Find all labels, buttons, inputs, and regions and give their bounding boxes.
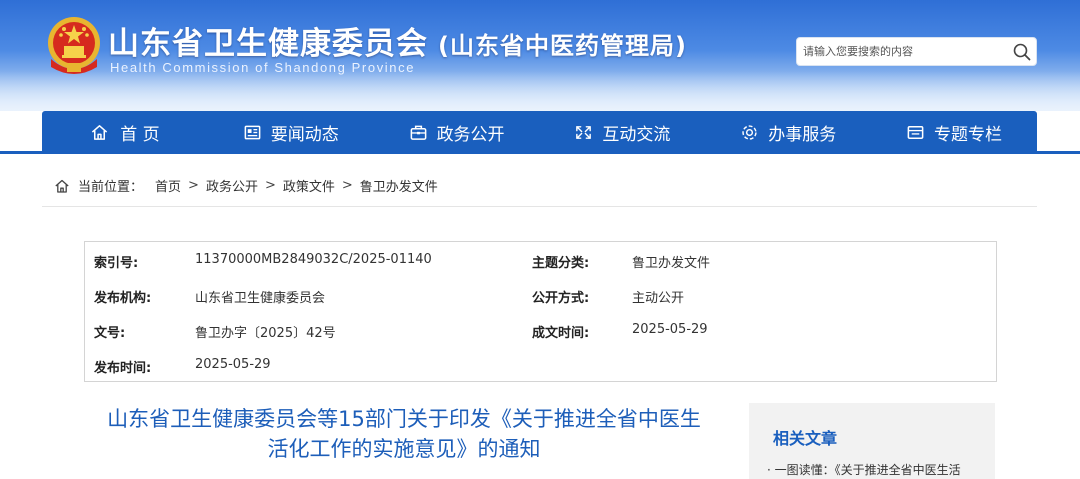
search-icon[interactable] <box>1012 42 1032 62</box>
nav-item-interaction[interactable]: 互动交流 <box>539 111 705 153</box>
nav-label: 政务公开 <box>436 124 505 145</box>
meta-row: 文号: 鲁卫办字〔2025〕42号 成文时间: 2025-05-29 <box>85 312 996 347</box>
site-english-name: Health Commission of Shandong Province <box>110 60 416 75</box>
site-header: 山东省卫生健康委员会 (山东省中医药管理局) Health Commission … <box>0 0 1080 111</box>
meta-created-label: 成文时间: <box>532 326 590 341</box>
nav-label: 要闻动态 <box>270 124 339 145</box>
nav-item-services[interactable]: 办事服务 <box>705 111 871 153</box>
breadcrumb-prefix: 当前位置： <box>78 180 144 195</box>
search-input[interactable] <box>797 38 1002 65</box>
meta-open-label: 公开方式: <box>532 291 590 306</box>
briefcase-icon <box>410 125 426 140</box>
article-title-line1: 山东省卫生健康委员会等15部门关于印发《关于推进全省中医生 <box>107 407 701 431</box>
meta-open-value: 主动公开 <box>632 291 685 306</box>
nav-item-gov-affairs[interactable]: 政务公开 <box>374 111 540 153</box>
meta-published-label: 发布时间: <box>94 361 152 376</box>
site-title[interactable]: 山东省卫生健康委员会 (山东省中医药管理局) <box>108 18 687 63</box>
meta-row: 发布时间: 2025-05-29 <box>85 347 996 382</box>
related-article-link[interactable]: · 一图读懂：《关于推进全省中医生活 <box>767 461 961 478</box>
meta-index-value: 11370000MB2849032C/2025-01140 <box>195 252 432 267</box>
home-icon <box>92 124 108 140</box>
related-articles-title: 相关文章 <box>773 429 838 448</box>
breadcrumb-item-policy[interactable]: 政策文件 <box>283 176 335 195</box>
national-emblem-icon <box>48 17 100 74</box>
nav-item-home[interactable]: 首 页 <box>42 111 208 153</box>
breadcrumb-item-home[interactable]: 首页 <box>155 176 181 195</box>
meta-row: 索引号: 11370000MB2849032C/2025-01140 主题分类:… <box>85 242 996 277</box>
news-icon <box>244 125 261 139</box>
meta-created-value: 2025-05-29 <box>632 322 708 337</box>
site-title-sub: (山东省中医药管理局) <box>438 32 687 60</box>
meta-issuer-label: 发布机构: <box>94 291 152 306</box>
main-nav: 首 页 要闻动态 政务公开 互动交流 办事服务 专题专栏 <box>42 111 1037 153</box>
meta-topic-value: 鲁卫办发文件 <box>632 256 711 271</box>
service-icon <box>742 124 757 140</box>
meta-docno-label: 文号: <box>94 326 126 341</box>
breadcrumb-item-docs[interactable]: 鲁卫办发文件 <box>360 176 438 195</box>
breadcrumb: 当前位置： 首页 > 政务公开 > 政策文件 > 鲁卫办发文件 <box>54 176 438 195</box>
article-title-line2: 活化工作的实施意见》的通知 <box>267 437 541 461</box>
meta-topic-label: 主题分类: <box>532 256 590 271</box>
meta-docno-value: 鲁卫办字〔2025〕42号 <box>195 326 336 341</box>
related-articles-panel: 相关文章 · 一图读懂：《关于推进全省中医生活 <box>749 403 995 479</box>
nav-label: 办事服务 <box>768 124 837 145</box>
nav-label: 专题专栏 <box>934 124 1003 145</box>
site-title-main: 山东省卫生健康委员会 <box>108 26 428 62</box>
meta-row: 发布机构: 山东省卫生健康委员会 公开方式: 主动公开 <box>85 277 996 312</box>
meta-published-value: 2025-05-29 <box>195 357 271 372</box>
home-icon <box>55 179 69 193</box>
article-title: 山东省卫生健康委员会等15部门关于印发《关于推进全省中医生 活化工作的实施意见》… <box>84 404 724 464</box>
breadcrumb-item-gov-affairs[interactable]: 政务公开 <box>206 176 258 195</box>
topic-icon <box>907 125 924 139</box>
nav-item-topics[interactable]: 专题专栏 <box>871 111 1037 153</box>
nav-label: 互动交流 <box>602 124 671 145</box>
meta-index-label: 索引号: <box>94 256 139 271</box>
nav-item-news[interactable]: 要闻动态 <box>208 111 374 153</box>
breadcrumb-separator: > <box>188 178 199 193</box>
breadcrumb-separator: > <box>264 178 276 193</box>
interaction-icon <box>576 125 592 139</box>
document-meta-table: 索引号: 11370000MB2849032C/2025-01140 主题分类:… <box>84 241 997 382</box>
breadcrumb-divider <box>42 206 1037 207</box>
breadcrumb-separator: > <box>341 178 353 193</box>
meta-issuer-value: 山东省卫生健康委员会 <box>195 291 326 306</box>
search-box <box>796 37 1037 66</box>
nav-label: 首 页 <box>120 124 160 145</box>
